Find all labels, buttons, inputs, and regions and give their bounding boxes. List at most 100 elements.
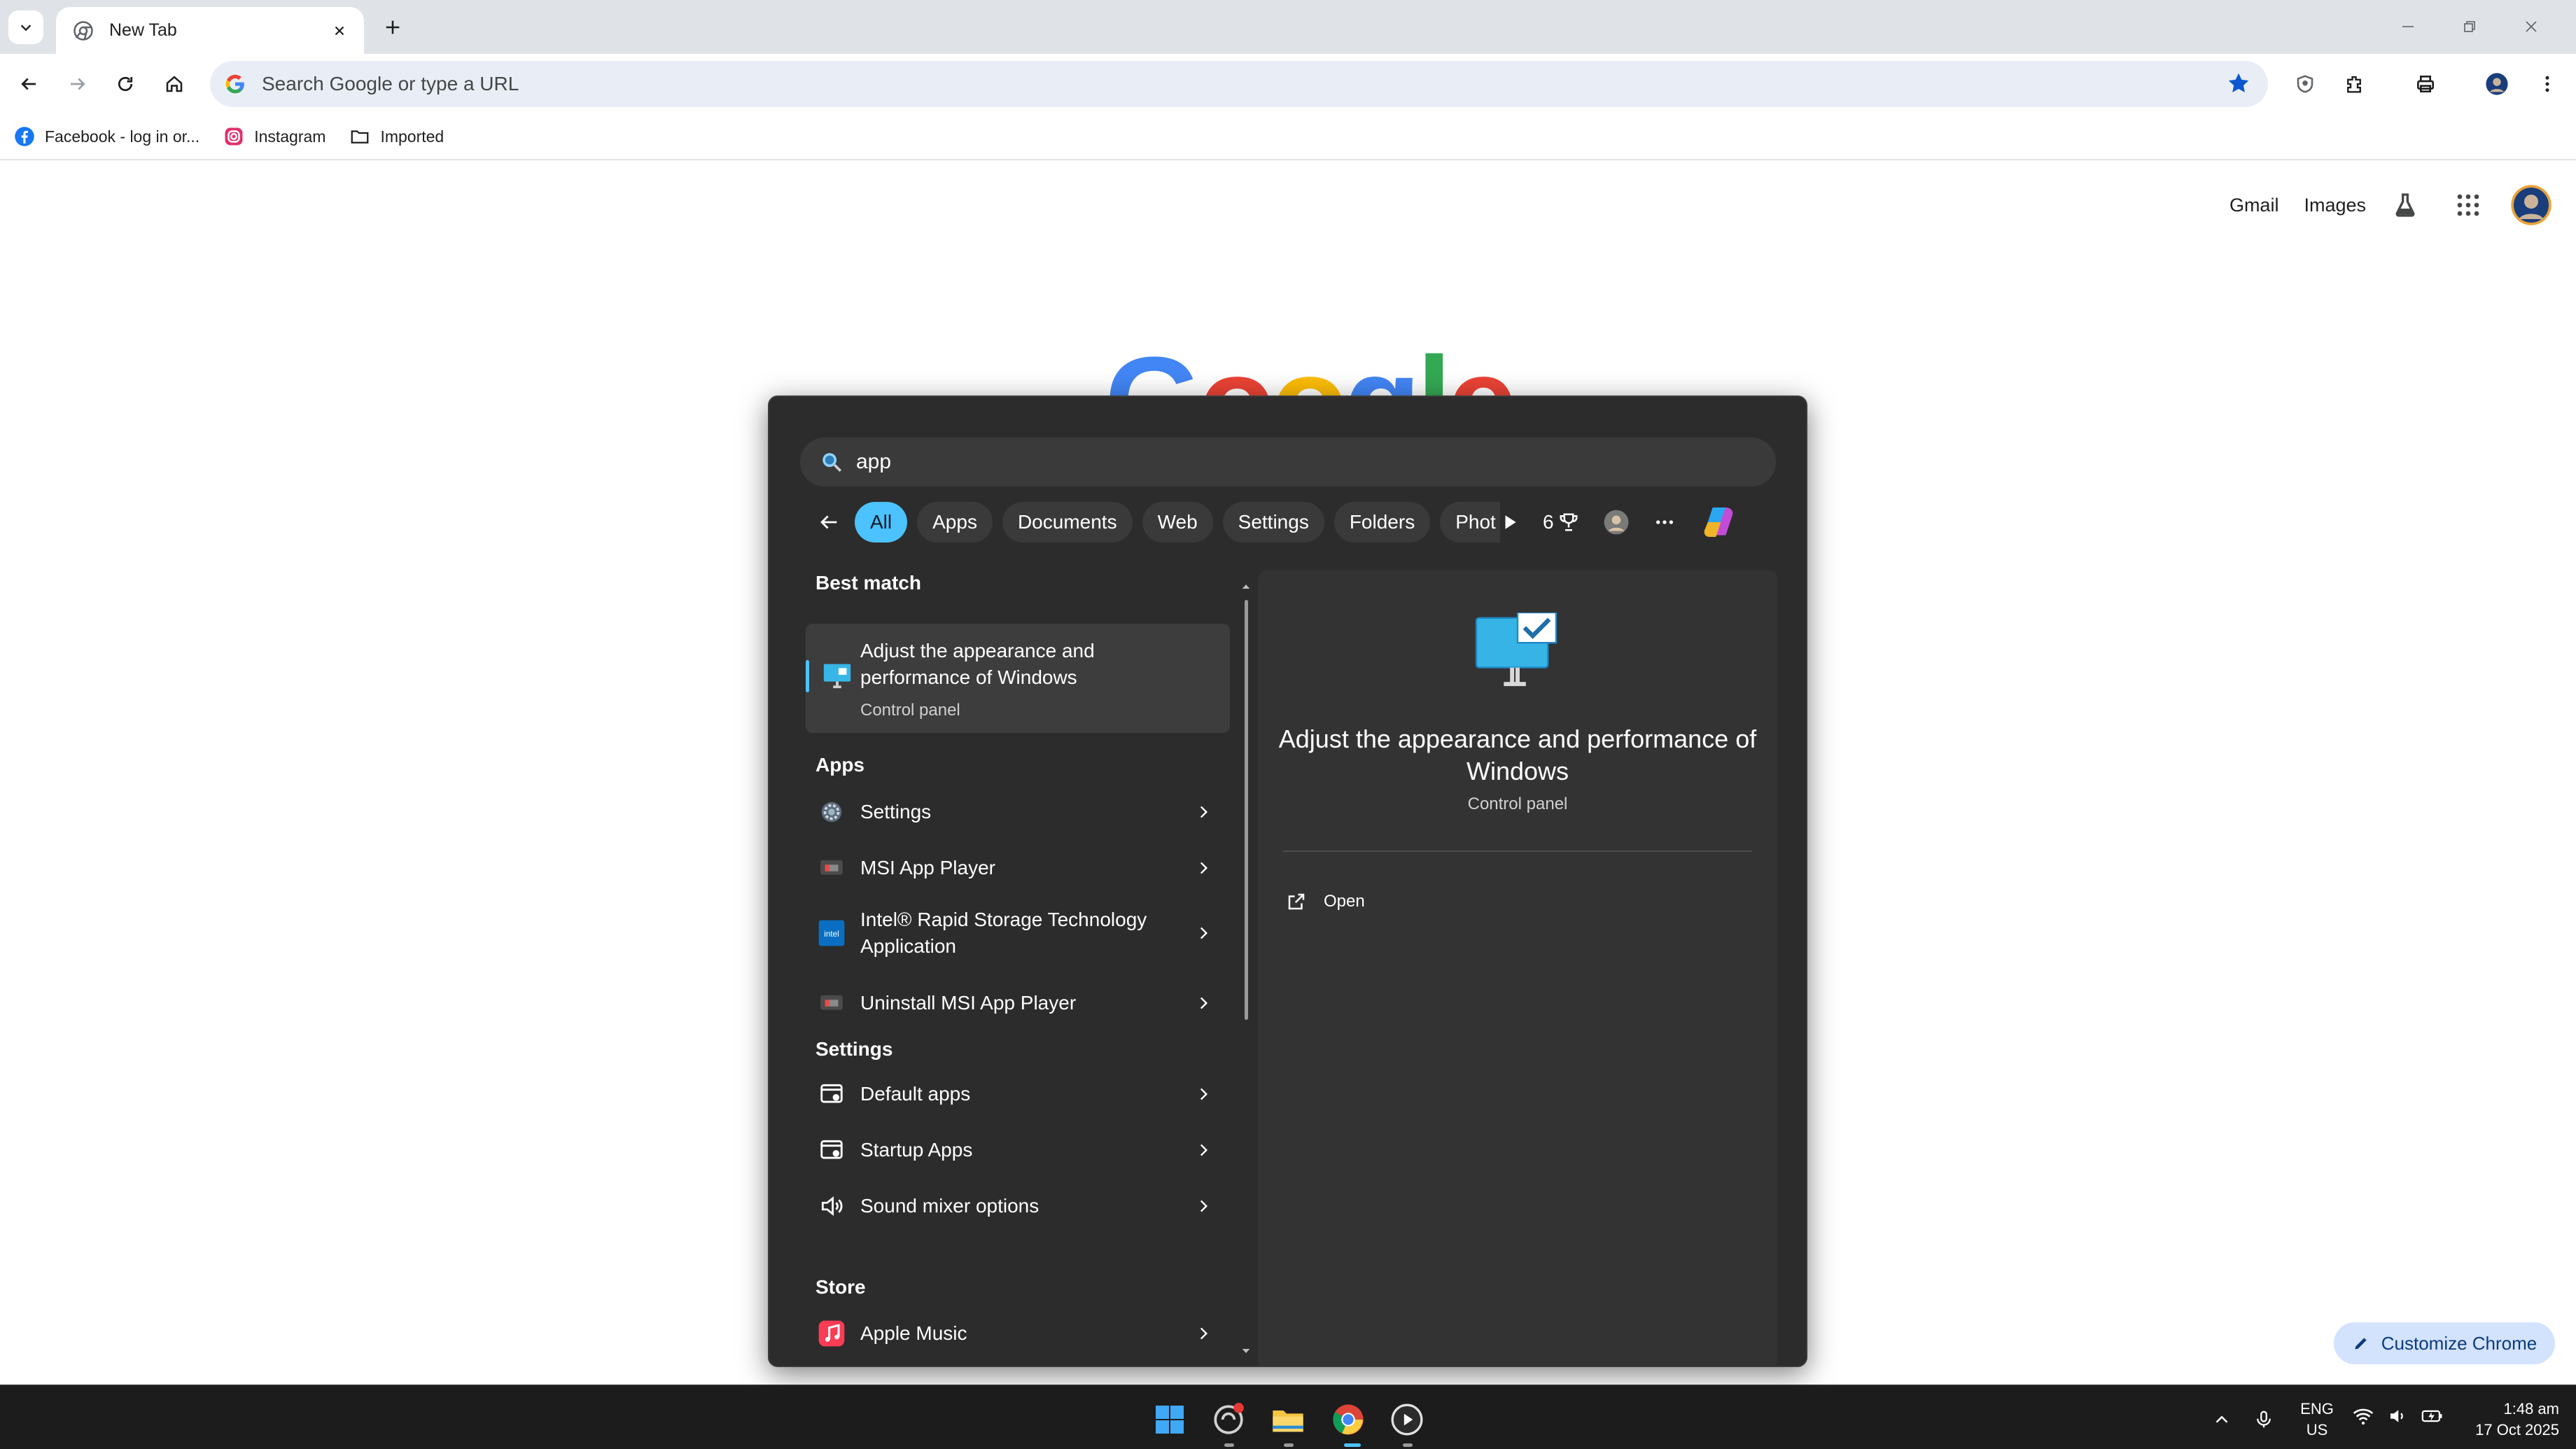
copilot-button[interactable]	[1700, 503, 1739, 542]
chrome-taskbar-button[interactable]	[1329, 1400, 1368, 1439]
rewards-button[interactable]: 6	[1543, 511, 1579, 533]
default-apps-icon	[817, 1079, 846, 1109]
chevron-right-icon[interactable]	[1189, 1320, 1217, 1348]
open-action[interactable]: Open	[1286, 891, 1365, 912]
search-results-list: Best match Adjust the appearance and per…	[800, 572, 1230, 1359]
close-icon[interactable]	[332, 23, 347, 38]
customize-chrome-button[interactable]: Customize Chrome	[2334, 1322, 2555, 1364]
chevron-up-icon	[2216, 1415, 2228, 1423]
start-button[interactable]	[1150, 1400, 1189, 1439]
chevron-right-icon[interactable]	[1189, 1080, 1217, 1108]
show-hidden-icons-button[interactable]	[2202, 1400, 2241, 1439]
chevron-right-icon[interactable]	[1189, 989, 1217, 1017]
forward-arrow-icon	[71, 78, 85, 90]
chrome-menu-button[interactable]	[2530, 66, 2565, 102]
folder-icon	[351, 130, 369, 144]
clock[interactable]: 1:48 am 17 Oct 2025	[2454, 1399, 2559, 1441]
facebook-icon	[15, 127, 34, 146]
running-indicator	[1224, 1443, 1234, 1447]
google-apps-button[interactable]	[2456, 192, 2481, 218]
pencil-icon	[2355, 1338, 2367, 1350]
scroll-up-icon[interactable]	[1240, 580, 1252, 593]
chevron-right-icon[interactable]	[1189, 798, 1217, 826]
restore-icon	[2464, 21, 2475, 32]
result-intel-rst[interactable]: intel Intel® Rapid Storage Technology Ap…	[806, 899, 1230, 967]
tab-search-button[interactable]	[8, 10, 43, 44]
result-default-apps[interactable]: Default apps	[806, 1068, 1230, 1120]
running-indicator	[1403, 1443, 1413, 1447]
result-startup-apps[interactable]: Startup Apps	[806, 1124, 1230, 1176]
filter-photos[interactable]: Phot	[1440, 502, 1500, 542]
new-tab-button[interactable]	[377, 11, 409, 43]
folder-icon	[1273, 1410, 1303, 1432]
account-button[interactable]	[1603, 509, 1630, 536]
gmail-link[interactable]: Gmail	[2230, 195, 2279, 216]
print-button[interactable]	[2408, 66, 2443, 102]
file-explorer-button[interactable]	[1268, 1400, 1308, 1439]
results-scrollbar[interactable]	[1240, 580, 1252, 1357]
filter-settings[interactable]: Settings	[1222, 502, 1324, 542]
images-link[interactable]: Images	[2304, 195, 2366, 216]
microphone-button[interactable]	[2244, 1400, 2283, 1439]
home-button[interactable]	[157, 66, 192, 102]
apple-music-icon	[817, 1319, 846, 1348]
instagram-icon	[225, 127, 243, 146]
shield-icon	[2297, 75, 2314, 93]
result-sound-mixer[interactable]: Sound mixer options	[806, 1180, 1230, 1232]
result-apple-music[interactable]: Apple Music	[806, 1308, 1230, 1359]
result-label: Settings	[860, 801, 932, 822]
chevron-right-icon[interactable]	[1189, 1192, 1217, 1220]
reload-button[interactable]	[108, 66, 143, 102]
extensions-button[interactable]	[2337, 66, 2372, 102]
forward-button[interactable]	[60, 66, 95, 102]
scroll-down-icon[interactable]	[1240, 1345, 1252, 1357]
chevron-right-icon[interactable]	[1189, 854, 1217, 882]
more-horiz-icon	[1656, 520, 1673, 524]
back-arrow-icon	[21, 78, 36, 90]
back-button[interactable]	[811, 505, 846, 540]
shield-extension-button[interactable]	[2288, 66, 2323, 102]
input-language-indicator[interactable]: ENG US	[2297, 1399, 2337, 1441]
result-uninstall-msi[interactable]: Uninstall MSI App Player	[806, 977, 1230, 1029]
search-header-actions: 6	[1501, 500, 1739, 544]
account-avatar[interactable]	[2510, 184, 2552, 226]
more-options-button[interactable]	[1653, 511, 1676, 533]
bookmark-star-icon[interactable]	[2226, 71, 2251, 96]
avatar-icon	[2511, 185, 2552, 225]
filter-apps[interactable]: Apps	[917, 502, 993, 542]
chevron-right-icon[interactable]	[1189, 1136, 1217, 1164]
media-player-button[interactable]	[1387, 1400, 1427, 1439]
filter-documents[interactable]: Documents	[1002, 502, 1133, 542]
selection-indicator	[806, 660, 809, 692]
filter-folders[interactable]: Folders	[1334, 502, 1431, 542]
close-window-button[interactable]	[2500, 10, 2562, 43]
scrollbar-thumb[interactable]	[1245, 600, 1248, 1020]
profile-button[interactable]	[2479, 66, 2514, 102]
preview-title: Adjust the appearance and performance of…	[1278, 724, 1757, 785]
bookmark-facebook[interactable]: Facebook - log in or...	[14, 126, 200, 147]
taskbar-app-1[interactable]	[1209, 1400, 1248, 1439]
monitor-check-icon	[823, 664, 851, 689]
region-code: US	[2306, 1421, 2328, 1438]
result-settings-app[interactable]: Settings	[806, 786, 1230, 838]
bookmark-instagram[interactable]: Instagram	[223, 126, 326, 147]
more-filters-button[interactable]	[1501, 513, 1519, 531]
running-indicator	[1284, 1443, 1294, 1447]
filter-all[interactable]: All	[855, 502, 908, 542]
msi-app-player-icon	[817, 853, 846, 883]
filter-web[interactable]: Web	[1142, 502, 1213, 542]
address-bar[interactable]: Search Google or type a URL	[210, 61, 2268, 107]
svg-text:intel: intel	[824, 930, 839, 939]
result-msi-app-player[interactable]: MSI App Player	[806, 842, 1230, 894]
quick-settings-button[interactable]	[2352, 1404, 2444, 1428]
search-input[interactable]: app	[800, 438, 1776, 486]
back-button[interactable]	[11, 66, 46, 102]
labs-button[interactable]	[2391, 191, 2419, 219]
best-match-item[interactable]: Adjust the appearance and performance of…	[806, 624, 1230, 733]
chevron-right-icon[interactable]	[1189, 919, 1217, 947]
minimize-button[interactable]	[2377, 10, 2439, 43]
windows-search-flyout: app All Apps Documents Web Settings Fold…	[768, 396, 1807, 1367]
tab-new-tab[interactable]: New Tab	[56, 7, 364, 54]
bookmark-folder-imported[interactable]: Imported	[349, 126, 444, 147]
restore-button[interactable]	[2439, 10, 2500, 43]
